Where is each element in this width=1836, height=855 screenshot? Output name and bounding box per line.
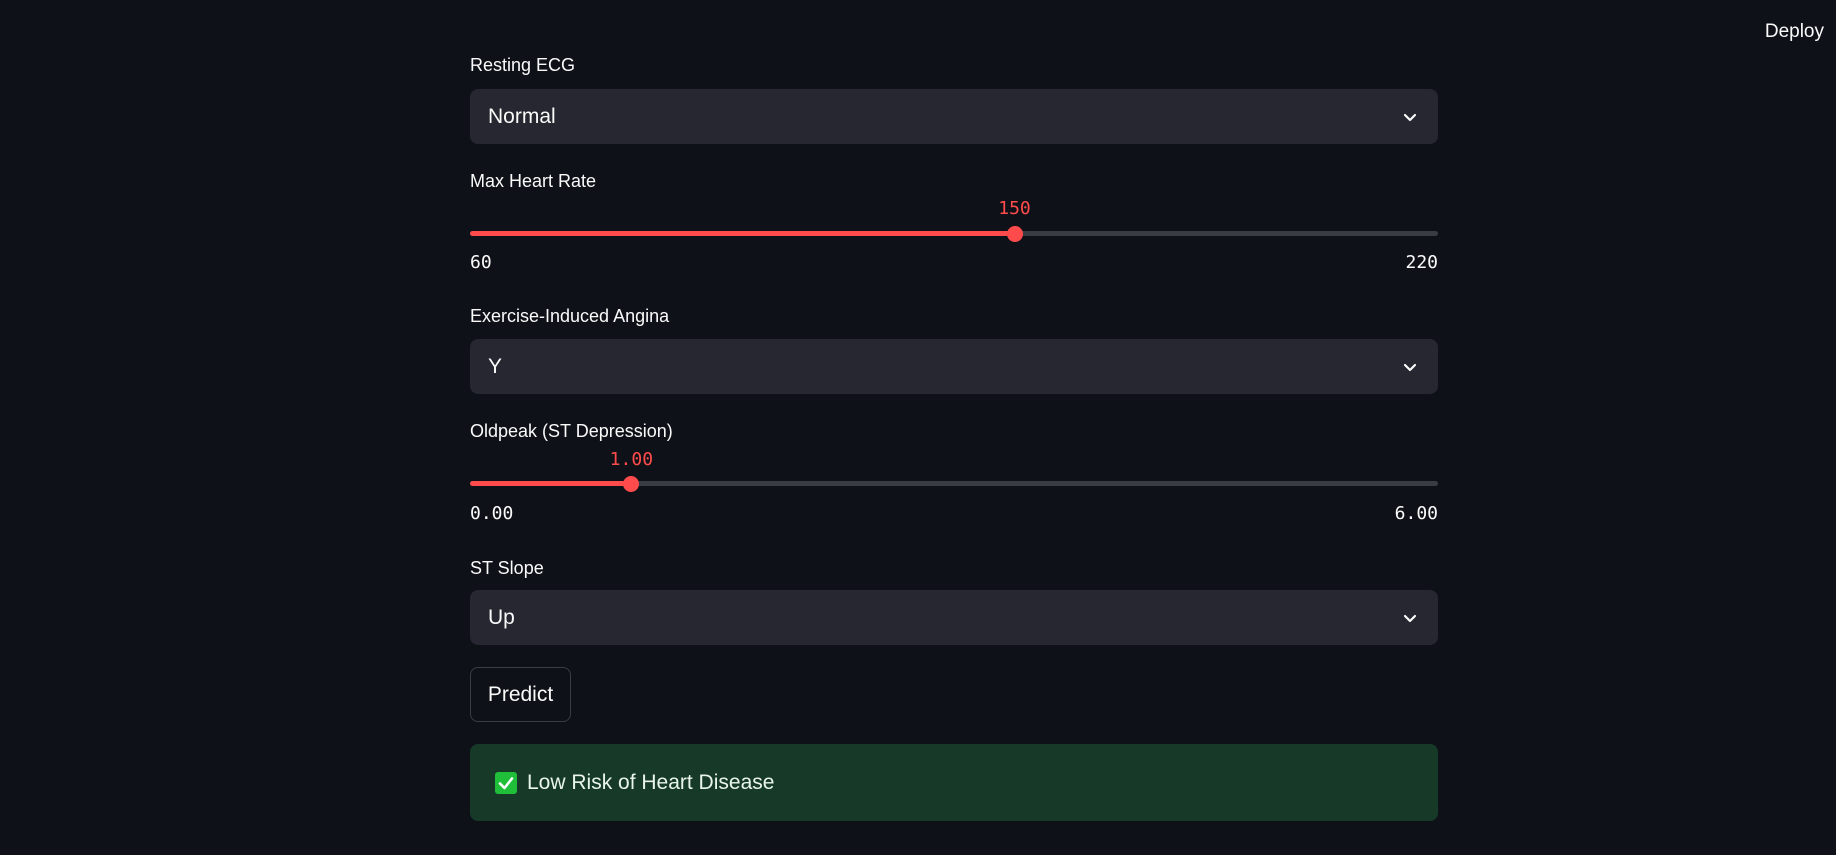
exercise-angina-value: Y	[488, 354, 503, 378]
predict-button[interactable]: Predict	[470, 667, 571, 722]
max-heart-rate-label: Max Heart Rate	[470, 171, 597, 191]
slider-thumb[interactable]	[623, 475, 640, 492]
resting-ecg-value: Normal	[488, 104, 556, 128]
oldpeak-label: Oldpeak (ST Depression)	[470, 421, 673, 441]
oldpeak-slider[interactable]: 1.00 0.00 6.00	[470, 449, 1438, 539]
result-alert: Low Risk of Heart Disease	[470, 744, 1438, 821]
exercise-angina-select[interactable]: Y	[470, 339, 1438, 394]
st-slope-select[interactable]: Up	[470, 590, 1438, 645]
slider-max-label: 6.00	[1394, 503, 1438, 524]
result-message: Low Risk of Heart Disease	[527, 770, 775, 794]
chevron-down-icon	[1403, 363, 1417, 371]
resting-ecg-label: Resting ECG	[470, 55, 576, 75]
slider-fill	[470, 231, 1015, 236]
slider-min-label: 60	[470, 252, 492, 273]
max-heart-rate-slider[interactable]: 150 60 220	[470, 198, 1438, 288]
check-mark-icon	[495, 771, 517, 794]
slider-fill	[470, 481, 632, 486]
chevron-down-icon	[1403, 614, 1417, 622]
slider-thumb[interactable]	[1006, 225, 1023, 242]
slider-current-value: 150	[998, 198, 1031, 219]
chevron-down-icon	[1403, 113, 1417, 121]
st-slope-label: ST Slope	[470, 558, 544, 578]
slider-max-label: 220	[1405, 252, 1438, 273]
resting-ecg-select[interactable]: Normal	[470, 89, 1438, 144]
exercise-angina-label: Exercise-Induced Angina	[470, 306, 670, 326]
app-page: Deploy Resting ECG Normal Max Heart Rate…	[0, 0, 1836, 855]
slider-min-label: 0.00	[470, 503, 514, 524]
deploy-button[interactable]: Deploy	[1765, 21, 1824, 43]
slider-current-value: 1.00	[609, 449, 654, 470]
st-slope-value: Up	[488, 605, 515, 629]
